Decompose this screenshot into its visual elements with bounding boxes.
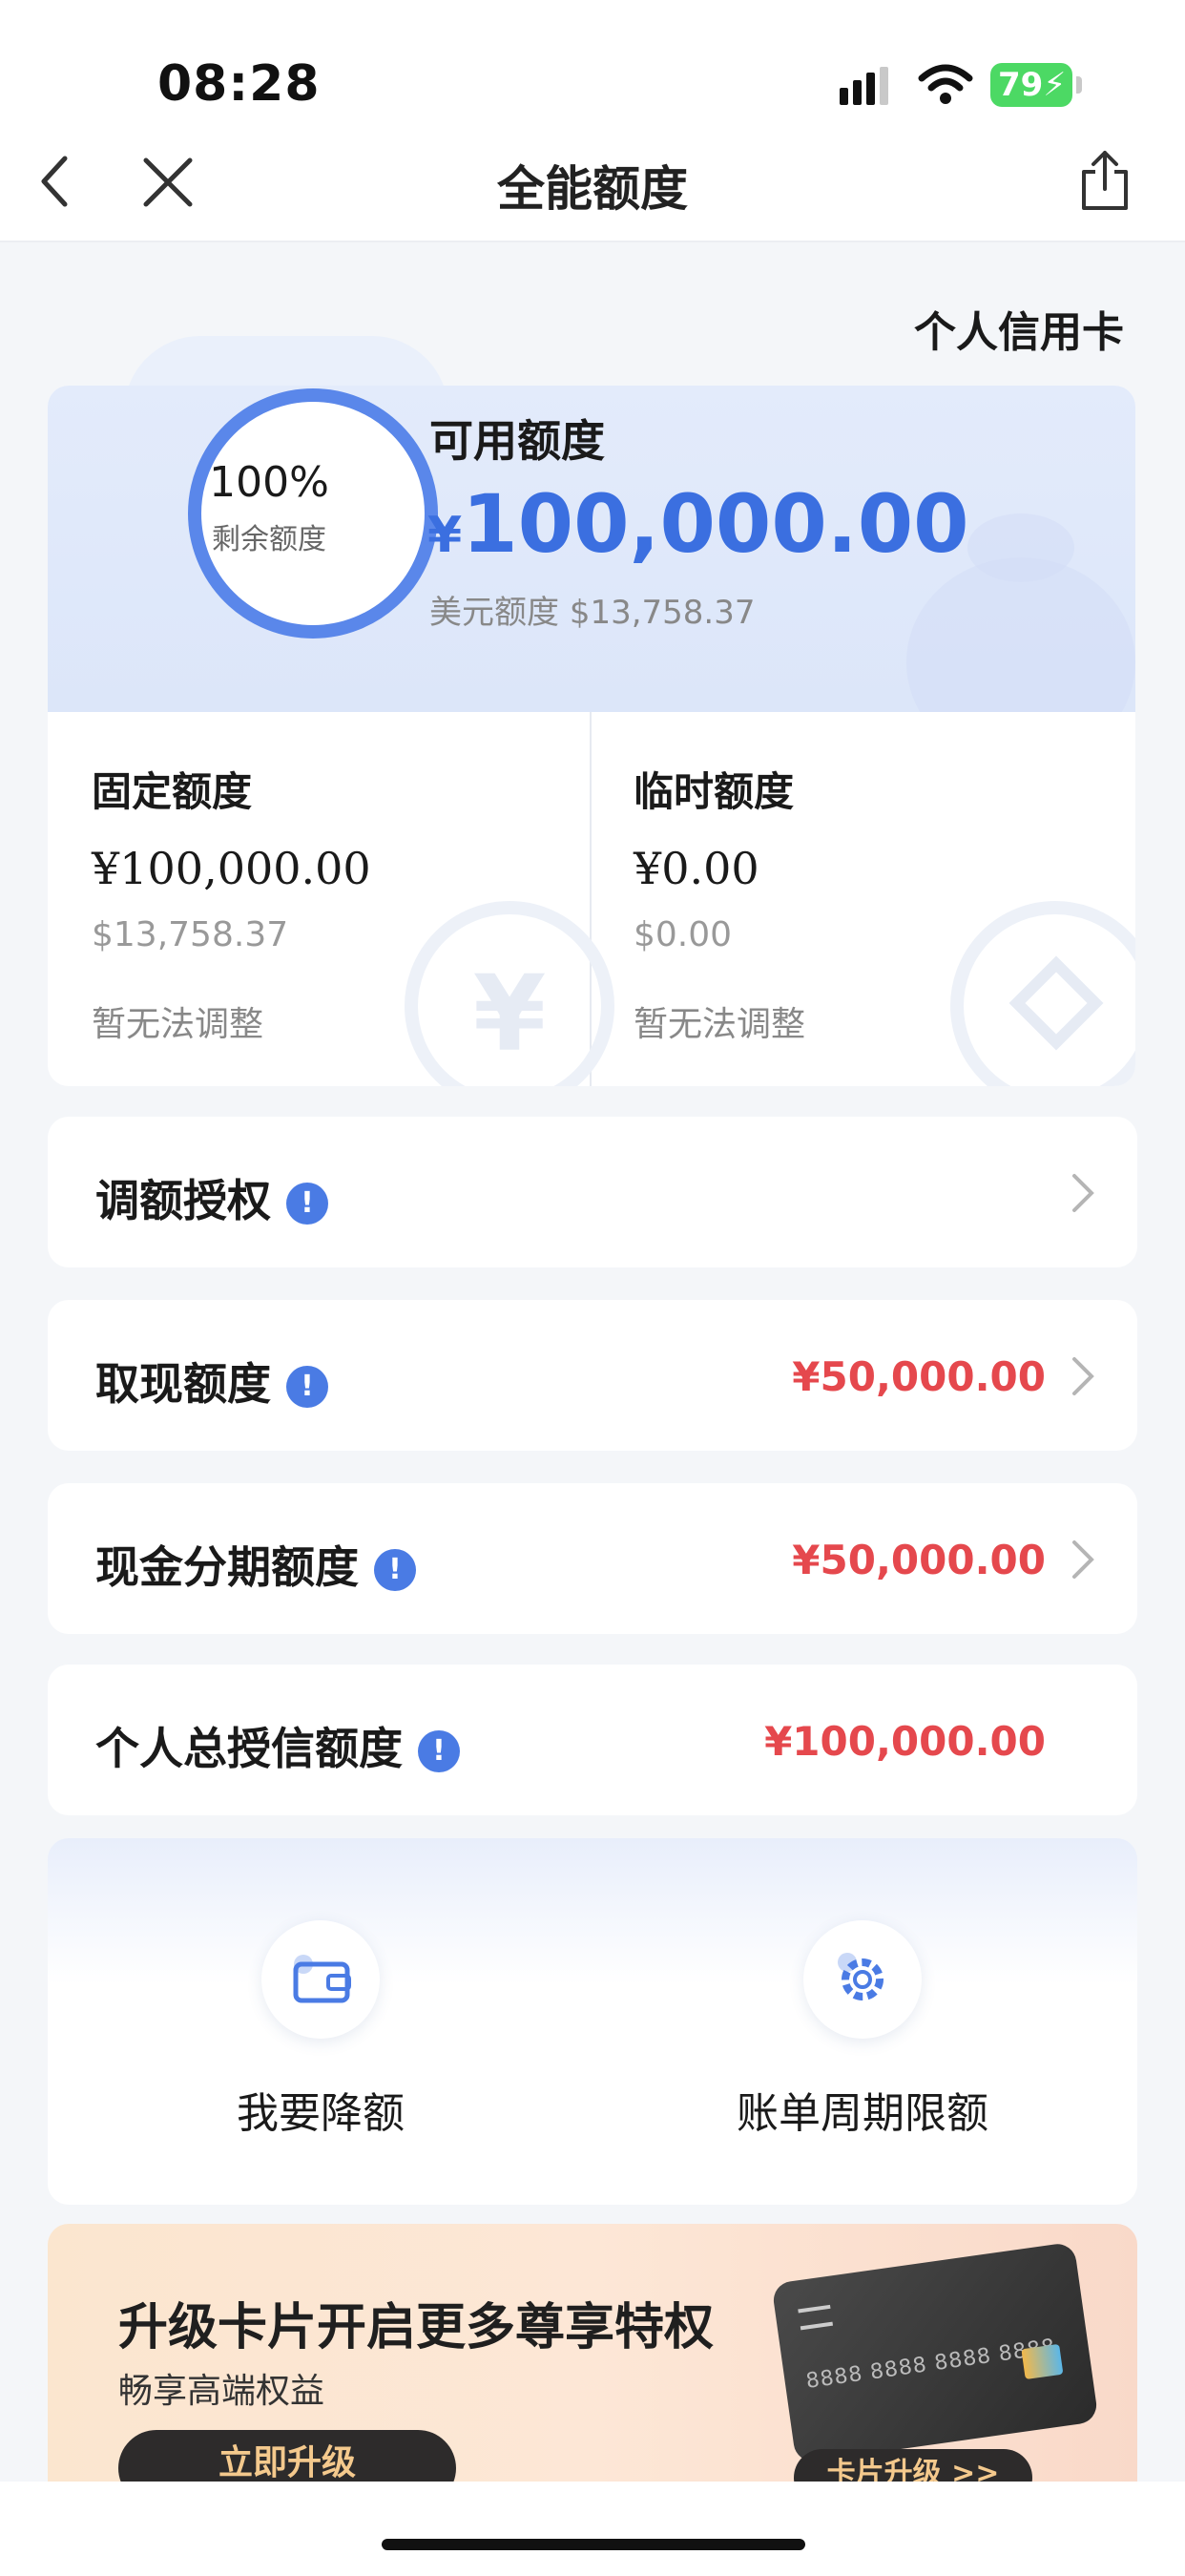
page-title: 全能额度	[497, 161, 688, 217]
row-adjust-authorization[interactable]: 调额授权!	[48, 1117, 1137, 1267]
row-label-wrap: 个人总授信额度!	[95, 1714, 460, 1777]
action-icon-circle	[261, 1920, 380, 2039]
upgrade-now-button[interactable]: 立即升级	[118, 2430, 456, 2482]
card-type-label[interactable]: 个人信用卡	[914, 298, 1124, 359]
fixed-quota-note: 暂无法调整	[92, 1005, 264, 1044]
row-value: ¥100,000.00	[764, 1718, 1046, 1765]
info-icon[interactable]: !	[286, 1183, 328, 1225]
bottom-safe-area	[0, 2482, 1185, 2576]
row-total-credit: 个人总授信额度! ¥100,000.00	[48, 1665, 1137, 1815]
banner-title: 升级卡片开启更多尊享特权	[118, 2299, 715, 2356]
row-value: ¥50,000.00	[792, 1537, 1046, 1583]
action-label: 我要降额	[237, 2089, 405, 2138]
wifi-icon	[918, 64, 973, 104]
info-icon[interactable]: !	[374, 1549, 416, 1591]
home-indicator[interactable]	[382, 2539, 805, 2550]
fixed-quota-block: 固定额度 ¥100,000.00 $13,758.37 暂无法调整	[92, 760, 588, 1046]
available-quota-amount: ¥100,000.00	[427, 477, 969, 571]
row-label-wrap: 调额授权!	[95, 1166, 328, 1229]
row-label: 个人总授信额度	[95, 1723, 403, 1774]
card-menu-icon	[798, 2304, 834, 2331]
usd-quota-label: 美元额度	[429, 594, 559, 632]
ring-percent: 100%	[209, 458, 329, 507]
share-icon[interactable]	[1076, 149, 1133, 212]
temp-quota-label: 临时额度	[634, 768, 795, 815]
credit-card-illustration: 8888 8888 8888 8888	[771, 2241, 1099, 2464]
action-billing-cycle-limit[interactable]: 账单周期限额	[681, 1920, 1044, 2140]
chevron-right-icon	[1072, 1540, 1094, 1579]
cellular-signal-icon	[840, 67, 888, 105]
row-label: 取现额度	[95, 1358, 271, 1410]
action-reduce-quota[interactable]: 我要降额	[139, 1920, 502, 2140]
action-icon-circle	[803, 1920, 922, 2039]
upgrade-banner[interactable]: 升级卡片开启更多尊享特权 畅享高端权益 立即升级 8888 8888 8888 …	[48, 2224, 1137, 2482]
banner-subtitle: 畅享高端权益	[118, 2372, 325, 2411]
row-label-wrap: 取现额度!	[95, 1350, 328, 1413]
currency-symbol: ¥	[427, 507, 463, 564]
available-amount-value: 100,000.00	[462, 477, 969, 571]
card-number: 8888 8888 8888 8888	[804, 2335, 1058, 2394]
fixed-quota-cny: ¥100,000.00	[92, 843, 371, 894]
card-chip-icon	[1021, 2343, 1064, 2380]
usd-quota-amount: $13,758.37	[569, 594, 756, 632]
row-cash-withdrawal-quota[interactable]: 取现额度! ¥50,000.00	[48, 1300, 1137, 1451]
fixed-quota-usd: $13,758.37	[92, 915, 289, 954]
top-bar: 08:28 79⚡ 全能额度	[0, 0, 1185, 242]
status-time: 08:28	[157, 55, 321, 113]
action-label: 账单周期限额	[737, 2089, 988, 2138]
available-quota-label: 可用额度	[429, 415, 605, 467]
quick-actions: 我要降额 账单周期限额	[48, 1838, 1137, 2205]
info-icon[interactable]: !	[286, 1366, 328, 1408]
battery-indicator: 79⚡	[990, 63, 1082, 107]
temp-quota-block: 临时额度 ¥0.00 $0.00 暂无法调整	[634, 760, 1130, 1046]
row-cash-installment-quota[interactable]: 现金分期额度! ¥50,000.00	[48, 1483, 1137, 1634]
usd-quota-line: 美元额度 $13,758.37	[429, 586, 755, 633]
info-icon[interactable]: !	[418, 1730, 460, 1772]
temp-quota-usd: $0.00	[634, 915, 733, 954]
temp-quota-note: 暂无法调整	[634, 1005, 806, 1044]
row-label-wrap: 现金分期额度!	[95, 1533, 416, 1596]
row-label: 现金分期额度	[95, 1541, 359, 1593]
battery-level: 79	[998, 66, 1044, 104]
temp-quota-cny: ¥0.00	[634, 843, 759, 894]
chevron-right-icon	[1072, 1174, 1094, 1212]
chevron-right-icon	[1072, 1357, 1094, 1395]
fixed-quota-label: 固定额度	[92, 768, 253, 815]
row-label: 调额授权	[95, 1175, 271, 1226]
row-value: ¥50,000.00	[792, 1353, 1046, 1400]
ring-subtitle: 剩余额度	[212, 523, 326, 556]
card-upgrade-button[interactable]: 卡片升级 >>	[794, 2449, 1032, 2482]
wallet-icon	[293, 1955, 351, 2003]
gear-icon	[838, 1953, 884, 2000]
